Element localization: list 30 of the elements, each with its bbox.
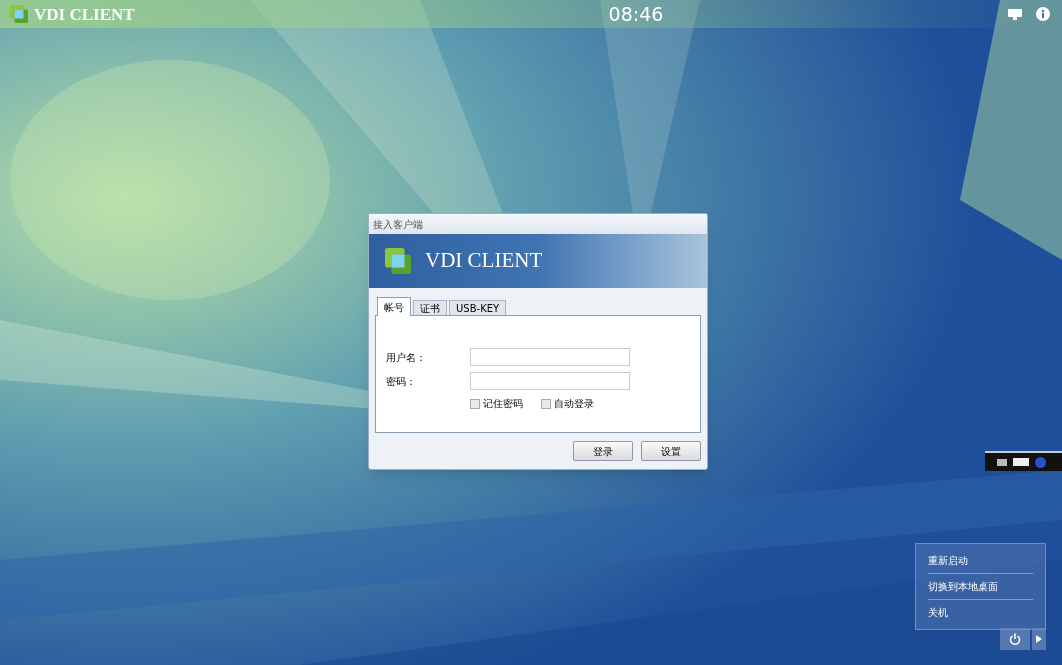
tab[interactable]: 证书 <box>413 300 447 315</box>
field-label: 用户名： <box>386 350 427 365</box>
tab[interactable]: USB-KEY <box>449 300 507 315</box>
menu-item[interactable]: 关机 <box>928 599 1033 625</box>
play-icon <box>1036 635 1042 643</box>
input-field[interactable] <box>470 372 630 390</box>
input-field[interactable] <box>470 348 630 366</box>
keyboard-icon[interactable] <box>997 458 1007 466</box>
power-icon <box>1009 633 1021 645</box>
dialog-button[interactable]: 设置 <box>641 441 701 461</box>
help-icon[interactable] <box>1035 456 1046 468</box>
logo-icon <box>385 248 411 274</box>
checkbox-label: 记住密码 <box>483 397 523 411</box>
banner-text: VDI CLIENT <box>425 247 543 275</box>
checkbox-label: 自动登录 <box>554 397 594 411</box>
dialog-title: 接入客户端 <box>369 214 707 234</box>
menu-item[interactable]: 切换到本地桌面 <box>928 573 1033 599</box>
display-icon[interactable] <box>1008 8 1022 20</box>
logo-icon <box>10 5 28 23</box>
expand-button[interactable] <box>1032 628 1046 650</box>
logo-text: VDI CLIENT <box>34 5 135 23</box>
info-icon[interactable] <box>1036 7 1050 21</box>
checkbox[interactable] <box>470 398 480 409</box>
checkbox[interactable] <box>541 398 551 409</box>
power-button[interactable] <box>1000 628 1030 650</box>
clock: 08:46 <box>608 1 664 27</box>
dialog-button[interactable]: 登录 <box>573 441 633 461</box>
field-label: 密码： <box>386 374 417 389</box>
tab[interactable]: 帐号 <box>377 297 411 316</box>
menu-item[interactable]: 重新启动 <box>928 548 1033 573</box>
